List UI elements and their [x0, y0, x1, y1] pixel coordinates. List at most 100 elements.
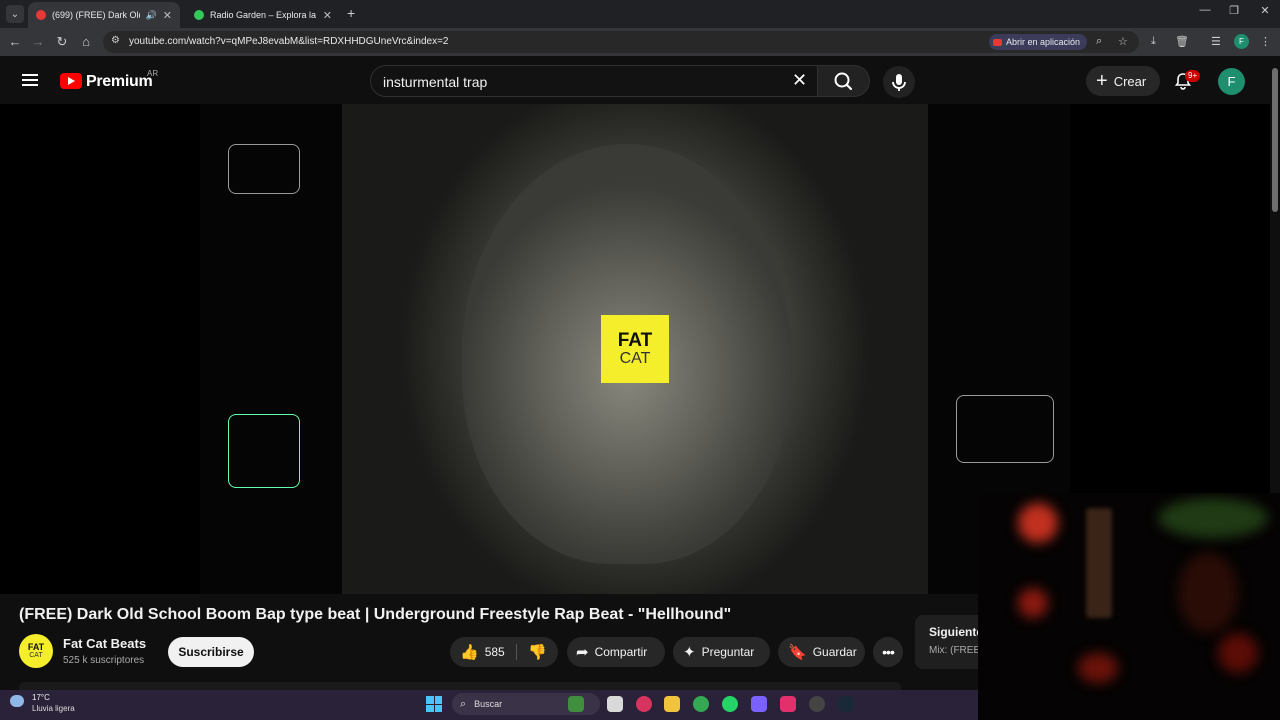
webcam-shelf	[1086, 508, 1112, 618]
tab-title: Radio Garden – Explora la radio	[210, 10, 317, 20]
notification-count-badge: 9+	[1185, 70, 1201, 82]
film-frame-decoration	[956, 395, 1054, 463]
task-view-icon[interactable]	[607, 696, 623, 712]
logo-line-1: FAT	[617, 330, 653, 351]
voice-search-button[interactable]	[883, 66, 915, 98]
forward-arrow-icon[interactable]: →	[30, 34, 46, 50]
file-explorer-icon[interactable]	[664, 696, 680, 712]
address-bar[interactable]: ⚙ youtube.com/watch?v=qMPeJ8evabM&list=R…	[103, 31, 1139, 53]
ask-label: Preguntar	[701, 645, 755, 659]
copilot-icon[interactable]	[751, 696, 767, 712]
tab-audio-icon[interactable]: 🔊	[146, 10, 157, 21]
share-arrow-icon: ➦	[576, 644, 589, 661]
hamburger-menu-icon[interactable]	[22, 74, 38, 86]
close-tab-icon[interactable]: ✕	[323, 9, 332, 22]
tab-radio-garden[interactable]: Radio Garden – Explora la radio ✕	[186, 2, 340, 28]
share-button[interactable]: ➦ Compartir	[567, 637, 665, 667]
like-dislike-group: 👍 585 👎	[450, 637, 558, 667]
player-side-left	[200, 104, 342, 594]
save-button[interactable]: 🔖 Guardar	[778, 637, 865, 667]
bookmark-star-icon[interactable]: ☆	[1118, 35, 1128, 48]
reload-icon[interactable]: ↻	[54, 34, 70, 50]
weather-condition: Lluvia ligera	[32, 704, 75, 713]
fat-cat-logo: FAT CAT	[601, 315, 669, 383]
windows-start-icon[interactable]	[426, 696, 442, 712]
video-frame: FAT CAT	[342, 104, 928, 594]
webcam-light	[1158, 498, 1268, 538]
minimize-icon[interactable]: —	[1190, 4, 1220, 16]
video-title: (FREE) Dark Old School Boom Bap type bea…	[19, 606, 732, 623]
create-button[interactable]: + Crear	[1086, 66, 1160, 96]
search-box	[370, 65, 818, 97]
webcam-light	[1018, 588, 1048, 618]
maximize-icon[interactable]: ❐	[1219, 4, 1249, 17]
taskbar-app-browser-icon[interactable]	[809, 696, 825, 712]
instagram-icon[interactable]	[780, 696, 796, 712]
search-button[interactable]	[818, 65, 870, 97]
search-input[interactable]	[383, 72, 783, 92]
webcam-light	[1218, 633, 1258, 673]
up-next-subtitle: Mix: (FREE	[929, 645, 979, 656]
youtube-favicon-icon	[36, 10, 46, 20]
taskbar-app-media-icon[interactable]	[636, 696, 652, 712]
like-count[interactable]: 585	[485, 645, 505, 659]
youtube-logo-icon[interactable]	[60, 73, 82, 89]
thumbs-up-icon[interactable]: 👍	[460, 643, 479, 661]
channel-avatar-line-2: CAT	[29, 651, 43, 659]
steam-icon[interactable]	[838, 696, 854, 712]
film-frame-decoration	[228, 414, 300, 488]
media-queue-icon[interactable]: ☰	[1211, 35, 1221, 48]
plus-icon: +	[1096, 70, 1108, 92]
youtube-app-icon	[993, 38, 1002, 46]
tab-title: (699) (FREE) Dark Old Scho	[52, 10, 140, 20]
subscribe-button[interactable]: Suscribirse	[168, 637, 254, 667]
chrome-icon[interactable]	[693, 696, 709, 712]
taskbar-app-game-icon[interactable]	[568, 696, 584, 712]
download-icon[interactable]: ⤓	[1151, 35, 1156, 48]
sparkle-icon: ✦	[683, 644, 696, 661]
open-in-app-label: Abrir en aplicación	[1006, 37, 1081, 47]
up-next-title: Siguiente	[929, 625, 979, 639]
url-text: youtube.com/watch?v=qMPeJ8evabM&list=RDX…	[129, 36, 449, 47]
browser-profile-avatar[interactable]: F	[1234, 34, 1249, 49]
create-label: Crear	[1113, 73, 1147, 89]
logo-line-2: CAT	[619, 350, 651, 367]
channel-avatar[interactable]: FAT CAT	[19, 634, 53, 668]
cloud-rain-icon	[10, 695, 24, 707]
zoom-icon[interactable]: ⌕	[1096, 35, 1102, 48]
bookmark-icon: 🔖	[788, 644, 807, 661]
close-tab-icon[interactable]: ✕	[163, 9, 172, 22]
taskbar-search-label: Buscar	[474, 699, 503, 709]
more-options-icon[interactable]: •••	[873, 637, 903, 667]
scrollbar-thumb[interactable]	[1272, 68, 1278, 212]
up-next-card[interactable]: Siguiente Mix: (FREE	[915, 615, 979, 669]
radio-garden-favicon-icon	[194, 10, 204, 20]
channel-name[interactable]: Fat Cat Beats	[63, 636, 146, 651]
clear-search-icon[interactable]: ✕	[792, 70, 807, 90]
webcam-overlay	[978, 493, 1280, 720]
open-in-app-button[interactable]: Abrir en aplicación	[989, 34, 1088, 50]
browser-menu-icon[interactable]: ⋮	[1260, 35, 1271, 48]
logo-text[interactable]: Premium	[86, 73, 153, 91]
back-arrow-icon[interactable]: ←	[7, 34, 23, 50]
close-window-icon[interactable]: ✕	[1250, 4, 1280, 17]
webcam-light	[1178, 553, 1238, 633]
home-icon[interactable]: ⌂	[78, 34, 94, 50]
description-box-top	[19, 682, 901, 690]
whatsapp-icon[interactable]	[722, 696, 738, 712]
ask-button[interactable]: ✦ Preguntar	[673, 637, 770, 667]
subscriber-count: 525 k suscriptores	[63, 655, 145, 666]
site-info-icon[interactable]: ⚙	[111, 35, 120, 46]
save-label: Guardar	[812, 645, 857, 659]
microphone-icon	[892, 74, 906, 91]
account-avatar[interactable]: F	[1218, 68, 1245, 95]
tab-search-button[interactable]: ⌄	[6, 5, 24, 23]
trash-icon[interactable]: 🗑	[1175, 35, 1189, 48]
youtube-header: Premium AR ✕ + Crear 9+ F	[0, 56, 1270, 104]
like-divider	[516, 644, 517, 660]
thumbs-down-icon[interactable]: 👎	[528, 643, 547, 661]
search-icon: ⌕	[460, 697, 467, 710]
tab-youtube[interactable]: (699) (FREE) Dark Old Scho 🔊 ✕	[28, 2, 180, 28]
region-code: AR	[147, 69, 159, 78]
new-tab-icon[interactable]: +	[347, 5, 355, 21]
